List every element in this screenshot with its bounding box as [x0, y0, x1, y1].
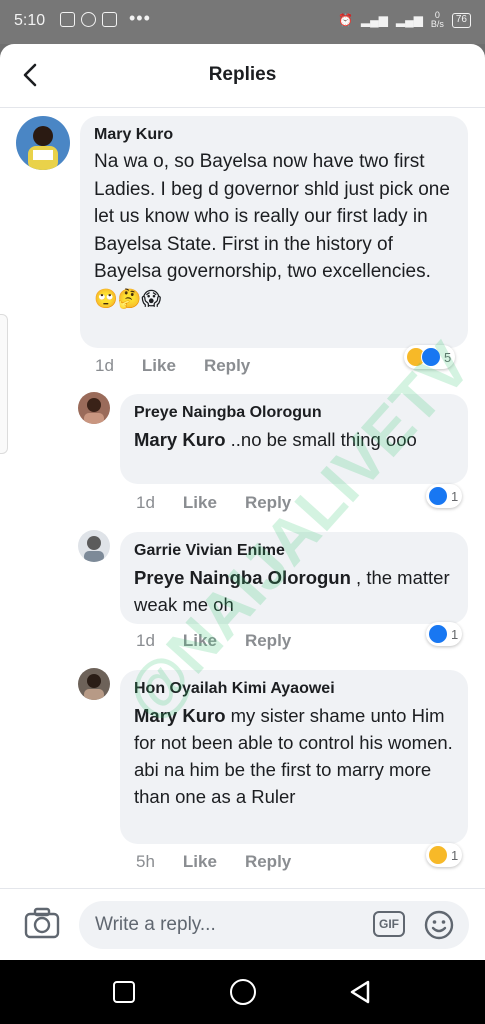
reaction-summary[interactable]: 1 [426, 843, 463, 867]
signal-icon: ▂▄▆ [360, 13, 388, 27]
avatar[interactable] [16, 116, 70, 170]
side-edge-handle [0, 314, 8, 454]
like-button[interactable]: Like [183, 631, 217, 651]
reaction-count: 1 [451, 847, 459, 863]
data-rate: 0 B/s [430, 10, 444, 29]
more-notifications-icon: ••• [129, 8, 151, 28]
like-reaction-icon [428, 624, 448, 644]
mention-link[interactable]: Preye Naingba Olorogun [134, 567, 351, 588]
reply-button[interactable]: Reply [245, 631, 291, 651]
comment-time: 1d [136, 493, 155, 512]
comment-actions: 5h Like Reply [136, 852, 319, 872]
comment-actions: 1d Like Reply [136, 493, 319, 513]
notification-icons [60, 12, 117, 27]
reaction-count: 1 [451, 626, 459, 642]
reply-button[interactable]: Reply [245, 493, 291, 513]
reaction-summary[interactable]: 5 [404, 345, 456, 369]
comment-author[interactable]: Hon Oyailah Kimi Ayaowei [134, 680, 454, 698]
comment-actions: 1d Like Reply [95, 356, 278, 376]
status-bar: 5:10 ••• ⏰ ▂▄▆ ▂▄▆ 0 B/s 76 [0, 0, 485, 44]
reply-composer: Write a reply... GIF [0, 888, 485, 960]
mention-link[interactable]: Mary Kuro [134, 705, 226, 726]
avatar[interactable] [78, 530, 110, 562]
recents-button[interactable] [113, 981, 135, 1003]
avatar[interactable] [78, 668, 110, 700]
page-title: Replies [208, 64, 277, 85]
comment-author[interactable]: Mary Kuro [94, 126, 454, 144]
battery-icon: 76 [451, 12, 471, 28]
comment-bubble[interactable]: Garrie Vivian Enime Preye Naingba Olorog… [120, 532, 468, 624]
alarm-icon: ⏰ [337, 13, 353, 27]
haha-reaction-icon [428, 845, 448, 865]
like-reaction-icon [428, 486, 448, 506]
like-reaction-icon [421, 347, 441, 367]
camera-icon[interactable] [24, 907, 60, 939]
comment-bubble[interactable]: Preye Naingba Olorogun Mary Kuro ..no be… [120, 394, 468, 484]
system-nav-bar [0, 960, 485, 1024]
reaction-summary[interactable]: 1 [426, 484, 463, 508]
comment-bubble[interactable]: Hon Oyailah Kimi Ayaowei Mary Kuro my si… [120, 670, 468, 844]
reply-input[interactable]: Write a reply... GIF [79, 901, 469, 949]
comment-text: Mary Kuro ..no be small thing ooo [134, 429, 417, 450]
comment-text: Na wa o, so Bayelsa now have two first L… [94, 151, 450, 310]
reply-button[interactable]: Reply [204, 356, 250, 376]
comment-author[interactable]: Garrie Vivian Enime [134, 542, 454, 560]
comment-text: Mary Kuro my sister shame unto Him for n… [134, 705, 453, 807]
gif-button[interactable]: GIF [373, 911, 405, 937]
gallery-icon [60, 12, 75, 27]
header: Replies [0, 44, 485, 108]
replies-sheet: Replies Mary Kuro Na wa o, so Bayelsa no… [0, 44, 485, 960]
comment-bubble[interactable]: Mary Kuro Na wa o, so Bayelsa now have t… [80, 116, 468, 348]
reaction-count: 5 [444, 349, 452, 365]
comment-time: 1d [136, 631, 155, 650]
emoji-icon[interactable] [423, 909, 455, 941]
comment-author[interactable]: Preye Naingba Olorogun [134, 404, 454, 422]
messenger-icon [81, 12, 96, 27]
back-triangle-icon[interactable] [348, 979, 374, 1005]
comment-time: 5h [136, 852, 155, 871]
reply-button[interactable]: Reply [245, 852, 291, 872]
like-button[interactable]: Like [183, 852, 217, 872]
system-indicators: ⏰ ▂▄▆ ▂▄▆ 0 B/s 76 [338, 11, 471, 29]
reaction-count: 1 [451, 488, 459, 504]
instagram-icon [102, 12, 117, 27]
avatar[interactable] [78, 392, 110, 424]
signal-icon-2: ▂▄▆ [395, 13, 423, 27]
reaction-summary[interactable]: 1 [426, 622, 463, 646]
mention-link[interactable]: Mary Kuro [134, 429, 226, 450]
reply-placeholder: Write a reply... [95, 914, 216, 935]
comment-actions: 1d Like Reply [136, 631, 319, 651]
like-button[interactable]: Like [142, 356, 176, 376]
comment-time: 1d [95, 356, 114, 375]
comment-emoji: 🙄🤔😱 [94, 288, 162, 310]
status-time: 5:10 [14, 12, 46, 29]
comment-text: Preye Naingba Olorogun , the matter weak… [134, 567, 450, 615]
like-button[interactable]: Like [183, 493, 217, 513]
home-button[interactable] [230, 979, 256, 1005]
